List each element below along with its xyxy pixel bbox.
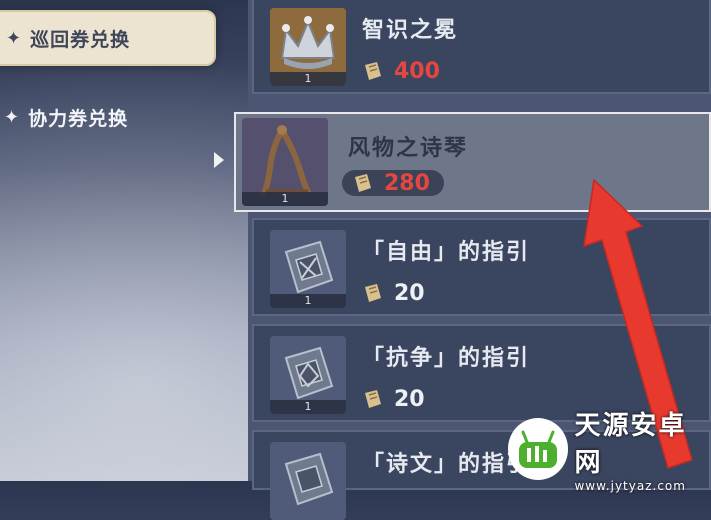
selection-pointer-icon [214, 152, 224, 168]
item-name: 风物之诗琴 [348, 136, 469, 161]
star-icon: ✦ [4, 106, 21, 128]
item-thumbnail: 1 [270, 230, 346, 308]
item-name: 「自由」的指引 [362, 240, 531, 265]
item-name: 「抗争」的指引 [362, 346, 531, 371]
watermark-title: 天源安卓网 [574, 410, 687, 478]
ticket-icon [365, 62, 381, 80]
shop-item-row[interactable]: 1 智识之冕 400 [252, 0, 711, 94]
tab-label: 协力券兑换 [28, 107, 129, 130]
item-thumbnail [270, 442, 346, 520]
item-thumbnail: 1 [270, 8, 346, 86]
item-quantity: 1 [270, 72, 346, 86]
guide-book-icon [270, 442, 346, 520]
price-value: 20 [394, 280, 425, 306]
item-thumbnail: 1 [242, 118, 328, 206]
tab-assist-ticket-exchange[interactable]: ✦ 协力券兑换 [0, 100, 200, 134]
item-quantity: 1 [270, 400, 346, 414]
tab-label: 巡回券兑换 [30, 28, 131, 51]
item-quantity: 1 [242, 192, 328, 206]
item-price: 20 [362, 280, 425, 306]
price-value: 280 [384, 170, 430, 196]
watermark: 天源安卓网 www.jytyaz.com [508, 411, 711, 493]
ticket-icon [365, 390, 381, 408]
item-thumbnail: 1 [270, 336, 346, 414]
item-name: 「诗文」的指引 [362, 452, 531, 477]
item-price: 280 [342, 170, 444, 196]
price-value: 20 [394, 386, 425, 412]
item-name: 智识之冕 [362, 18, 459, 43]
item-quantity: 1 [270, 294, 346, 308]
ticket-icon [365, 284, 381, 302]
item-price: 20 [362, 386, 425, 412]
shop-item-row-selected[interactable]: 1 风物之诗琴 280 [234, 112, 711, 212]
tab-patrol-ticket-exchange[interactable]: ✦ 巡回券兑换 [0, 10, 216, 66]
price-value: 400 [394, 58, 440, 84]
item-price: 400 [362, 58, 440, 84]
ticket-icon [355, 174, 371, 192]
star-icon: ✦ [6, 27, 23, 49]
shop-item-row[interactable]: 1 「自由」的指引 20 [252, 218, 711, 316]
watermark-logo-icon [508, 417, 569, 480]
